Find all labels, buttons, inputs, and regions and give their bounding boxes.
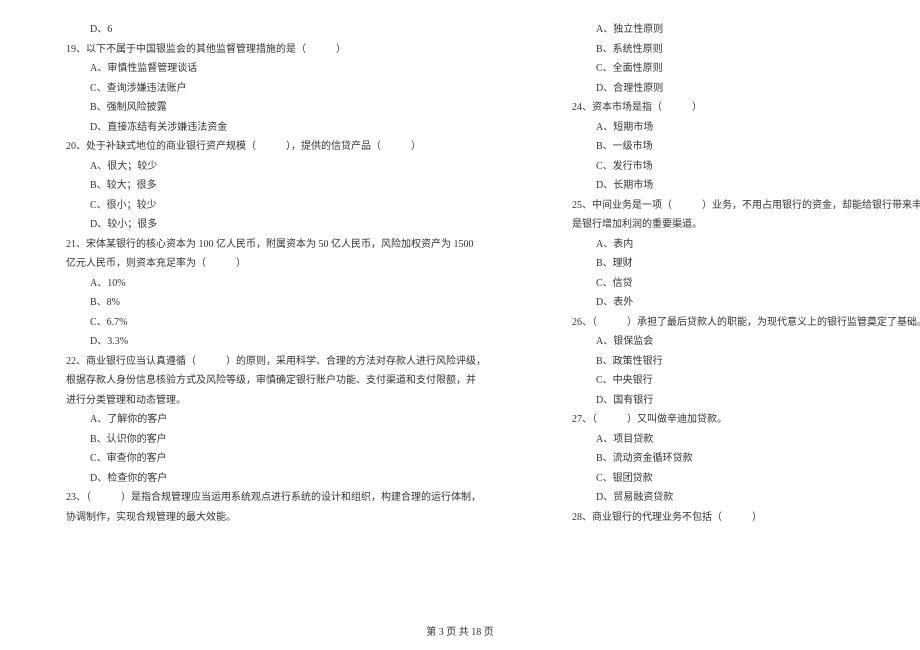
option-text: C、银团贷款 xyxy=(536,469,920,489)
option-text: C、发行市场 xyxy=(536,157,920,177)
option-text: B、系统性原则 xyxy=(536,40,920,60)
option-text: B、较大；很多 xyxy=(30,176,486,196)
option-text: D、合理性原则 xyxy=(536,79,920,99)
page-footer: 第 3 页 共 18 页 xyxy=(0,623,920,638)
question-27: 27、（ ）又叫做辛迪加贷款。 xyxy=(536,410,920,430)
option-text: C、6.7% xyxy=(30,313,486,333)
question-22-line2: 根据存款人身份信息核验方式及风险等级，审慎确定银行账户功能、支付渠道和支付限额，… xyxy=(30,371,486,391)
option-text: A、很大；较少 xyxy=(30,157,486,177)
question-23-line1: 23、（ ）是指合规管理应当运用系统观点进行系统的设计和组织，构建合理的运行体制… xyxy=(30,488,486,508)
question-24: 24、资本市场是指（ ） xyxy=(536,98,920,118)
option-text: A、了解你的客户 xyxy=(30,410,486,430)
option-text: C、很小；较少 xyxy=(30,196,486,216)
question-21-line2: 亿元人民币，则资本充足率为（ ） xyxy=(30,254,486,274)
option-text: B、流动资金循环贷款 xyxy=(536,449,920,469)
question-20: 20、处于补缺式地位的商业银行资产规模（ ），提供的信贷产品（ ） xyxy=(30,137,486,157)
option-text: A、10% xyxy=(30,274,486,294)
option-text: B、一级市场 xyxy=(536,137,920,157)
option-text: D、表外 xyxy=(536,293,920,313)
option-text: A、银保监会 xyxy=(536,332,920,352)
option-text: C、查询涉嫌违法账户 xyxy=(30,79,486,99)
question-22-line1: 22、商业银行应当认真遵循（ ）的原则，采用科学、合理的方法对存款人进行风险评级… xyxy=(30,352,486,372)
option-text: D、国有银行 xyxy=(536,391,920,411)
option-text: D、较小；很多 xyxy=(30,215,486,235)
option-text: A、表内 xyxy=(536,235,920,255)
question-28: 28、商业银行的代理业务不包括（ ） xyxy=(536,508,920,528)
question-21-line1: 21、宋体某银行的核心资本为 100 亿人民币，附属资本为 50 亿人民币，风险… xyxy=(30,235,486,255)
option-text: B、理财 xyxy=(536,254,920,274)
question-22-line3: 进行分类管理和动态管理。 xyxy=(30,391,486,411)
question-25-line1: 25、中间业务是一项（ ）业务，不用占用银行的资金，却能给银行带来丰厚的手续费收… xyxy=(536,196,920,216)
option-text: D、直接冻结有关涉嫌违法资金 xyxy=(30,118,486,138)
option-text: B、8% xyxy=(30,293,486,313)
option-text: D、贸易融资贷款 xyxy=(536,488,920,508)
question-26: 26、（ ）承担了最后贷款人的职能，为现代意义上的银行监管奠定了基础。 xyxy=(536,313,920,333)
option-text: D、3.3% xyxy=(30,332,486,352)
question-19: 19、以下不属于中国银监会的其他监督管理措施的是（ ） xyxy=(30,40,486,60)
option-text: A、短期市场 xyxy=(536,118,920,138)
option-text: A、独立性原则 xyxy=(536,20,920,40)
option-text: D、6 xyxy=(30,20,486,40)
question-25-line2: 是银行增加利润的重要渠道。 xyxy=(536,215,920,235)
option-text: D、检查你的客户 xyxy=(30,469,486,489)
option-text: B、认识你的客户 xyxy=(30,430,486,450)
option-text: B、政策性银行 xyxy=(536,352,920,372)
left-column: D、6 19、以下不属于中国银监会的其他监督管理措施的是（ ） A、审慎性监督管… xyxy=(30,20,486,527)
option-text: B、强制风险披露 xyxy=(30,98,486,118)
option-text: A、项目贷款 xyxy=(536,430,920,450)
question-23-line2: 协调制作，实现合规管理的最大效能。 xyxy=(30,508,486,528)
option-text: C、全面性原则 xyxy=(536,59,920,79)
right-column: A、独立性原则 B、系统性原则 C、全面性原则 D、合理性原则 24、资本市场是… xyxy=(536,20,920,527)
option-text: C、中央银行 xyxy=(536,371,920,391)
option-text: A、审慎性监督管理谈话 xyxy=(30,59,486,79)
option-text: C、审查你的客户 xyxy=(30,449,486,469)
option-text: D、长期市场 xyxy=(536,176,920,196)
option-text: C、信贷 xyxy=(536,274,920,294)
